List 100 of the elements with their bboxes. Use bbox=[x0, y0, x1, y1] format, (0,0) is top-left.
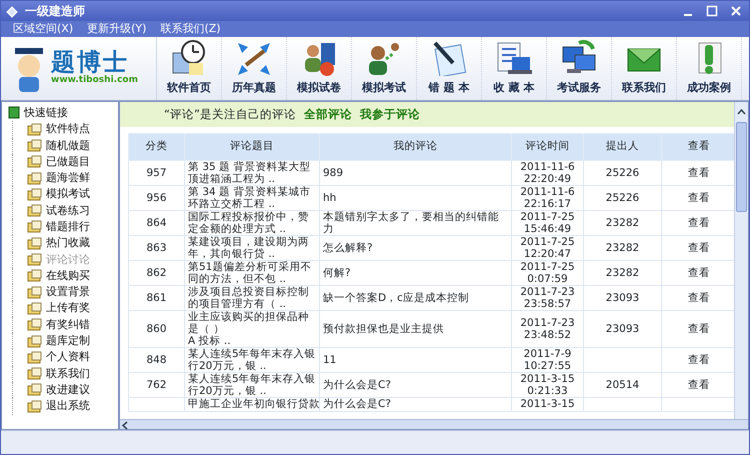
folder-icon bbox=[27, 138, 42, 152]
toolbar-button[interactable]: 模拟考试 bbox=[352, 37, 417, 100]
tree-item[interactable]: 错题排行 bbox=[12, 219, 118, 236]
table-cell: 缺一个答案D，c应是成本控制 bbox=[323, 292, 469, 304]
tree-item[interactable]: 联系我们 bbox=[12, 366, 118, 382]
column-header: 查看 bbox=[662, 134, 734, 160]
table-cell: 为什么会是C? bbox=[323, 398, 391, 410]
table-cell: 某人连续5年每年末存入银行20万元，银 .. bbox=[188, 373, 316, 397]
table-cell: 2011-7-25 15:46:49 bbox=[520, 211, 575, 235]
toolbar-button[interactable]: 历年真题 bbox=[222, 37, 287, 100]
table-cell: 2011-3-15 0:21:33 bbox=[520, 373, 575, 397]
column-header: 评论题目 bbox=[184, 134, 320, 160]
view-link[interactable]: 查看 bbox=[688, 323, 710, 335]
tree-item[interactable]: 题海尝鲜 bbox=[12, 170, 118, 186]
table-cell: 2011-3-15 bbox=[520, 398, 575, 410]
folder-icon bbox=[27, 350, 42, 364]
table-cell: 2011-7-25 0:07:59 bbox=[520, 261, 575, 285]
view-link[interactable]: 查看 bbox=[688, 167, 710, 179]
tree-item[interactable]: 个人资料 bbox=[12, 349, 118, 366]
view-link[interactable]: 查看 bbox=[688, 379, 710, 391]
column-header: 我的评论 bbox=[320, 134, 512, 160]
tree-item[interactable]: 试卷练习 bbox=[12, 202, 118, 220]
table-cell: 11 bbox=[323, 354, 336, 366]
view-link[interactable]: 查看 bbox=[688, 267, 710, 279]
table-cell: 国际工程投标报价中，赞定金额的处理方式 .. bbox=[188, 211, 309, 235]
toolbar-button[interactable]: 模拟试卷 bbox=[287, 37, 352, 100]
toolbar-button[interactable]: 错 题 本 bbox=[417, 37, 482, 100]
tree-item[interactable]: 在线购买 bbox=[12, 268, 118, 284]
tree-item[interactable]: 上传有奖 bbox=[12, 300, 118, 317]
table-cell: 2011-7-25 12:20:47 bbox=[520, 236, 575, 260]
table-cell: 848 bbox=[146, 354, 167, 366]
table-cell: 957 bbox=[146, 167, 167, 179]
folder-icon bbox=[27, 253, 42, 266]
folder-icon bbox=[27, 334, 42, 348]
folder-icon bbox=[27, 188, 42, 201]
book-icon bbox=[8, 106, 20, 120]
toolbar-button[interactable]: 联系我们 bbox=[612, 37, 677, 100]
filter-link[interactable]: 全部评论 bbox=[304, 106, 352, 124]
filter-link[interactable]: 我参于评论 bbox=[360, 106, 420, 124]
table-cell: 23282 bbox=[606, 217, 640, 229]
logo-text: 题博士 bbox=[51, 50, 129, 74]
table-cell: 2011-11-6 22:20:49 bbox=[520, 161, 575, 185]
table-cell: 762 bbox=[146, 379, 167, 391]
toolbar-button[interactable]: 成功案例 bbox=[677, 37, 742, 100]
folder-icon bbox=[27, 302, 42, 315]
view-link[interactable]: 查看 bbox=[688, 192, 710, 204]
table-cell: 某建设项目，建设期为两年，其向银行贷 .. bbox=[188, 236, 309, 260]
table-cell: 2011-7-9 10:27:55 bbox=[524, 348, 572, 372]
view-link[interactable]: 查看 bbox=[688, 242, 710, 254]
table-cell: 956 bbox=[146, 192, 167, 204]
folder-icon bbox=[27, 155, 42, 168]
tree-item[interactable]: 热门收藏 bbox=[12, 235, 118, 252]
tree-item[interactable]: 软件特点 bbox=[12, 121, 118, 138]
table-cell: 第 35 题 背景资料某大型顶进箱涵工程为 .. bbox=[188, 161, 310, 185]
tree-item[interactable]: 有奖纠错 bbox=[12, 316, 118, 334]
tree-item[interactable]: 退出系统 bbox=[12, 398, 118, 415]
app-icon bbox=[5, 4, 19, 19]
folder-icon bbox=[27, 400, 42, 413]
close-icon bbox=[731, 6, 741, 16]
table-cell: 863 bbox=[146, 242, 167, 254]
menu-item[interactable]: 区域空间(X) bbox=[13, 20, 74, 38]
table-cell: 第 34 题 背景资料某城市环路立交桥工程 .. bbox=[188, 186, 310, 210]
table-cell: 862 bbox=[146, 267, 167, 279]
view-link[interactable]: 查看 bbox=[688, 217, 710, 229]
tree-item[interactable]: 随机做题 bbox=[12, 138, 118, 154]
table-cell: 涉及项目总投资目标控制的项目管理方有（ .. bbox=[188, 286, 309, 310]
tree-item[interactable]: 题库定制 bbox=[12, 333, 118, 350]
table-cell: 23282 bbox=[606, 242, 640, 254]
view-link[interactable]: 查看 bbox=[688, 292, 710, 304]
tree-item[interactable]: 快速链接 bbox=[8, 105, 118, 122]
table-cell: 预付款担保也是业主提供 bbox=[323, 323, 444, 335]
folder-icon bbox=[27, 172, 42, 185]
table-cell: 何解? bbox=[323, 267, 351, 279]
menu-item[interactable]: 联系我们(Z) bbox=[160, 20, 221, 38]
logo-url: www.tiboshi.com bbox=[51, 74, 138, 87]
folder-icon bbox=[27, 367, 42, 380]
toolbar-button[interactable]: 软件首页 bbox=[157, 37, 222, 100]
view-link[interactable]: 查看 bbox=[688, 354, 710, 366]
table-cell: 23282 bbox=[606, 267, 640, 279]
toolbar-button[interactable]: 考试服务 bbox=[547, 37, 612, 100]
scrollbar-thumb[interactable] bbox=[736, 122, 747, 212]
tree-item[interactable]: 模拟考试 bbox=[12, 186, 118, 203]
tree-item[interactable]: 改进建议 bbox=[12, 382, 118, 398]
table-cell: 989 bbox=[323, 167, 344, 179]
table-cell: 861 bbox=[146, 292, 167, 304]
table-cell: 25226 bbox=[606, 192, 640, 204]
table-cell: 第51题偏差分析可采用不同的方法，但不包 .. bbox=[188, 261, 312, 285]
folder-icon bbox=[27, 122, 42, 136]
table-cell: 2011-7-23 23:48:52 bbox=[520, 317, 575, 341]
table-cell: 23093 bbox=[606, 292, 640, 304]
table-cell: 860 bbox=[146, 323, 167, 335]
folder-icon bbox=[27, 204, 42, 218]
table-cell: 怎么解释? bbox=[323, 242, 373, 254]
tree-item[interactable]: 已做题目 bbox=[12, 154, 118, 170]
toolbar-button[interactable]: 收 藏 本 bbox=[482, 37, 547, 100]
tree-item[interactable]: 设置背景 bbox=[12, 284, 118, 301]
menu-item[interactable]: 更新升级(Y) bbox=[87, 20, 146, 38]
table-cell: 业主应该购买的担保品种是（ ） A 投标 .. bbox=[188, 311, 309, 347]
column-header: 提出人 bbox=[584, 134, 662, 160]
table-cell: 23093 bbox=[606, 323, 640, 335]
